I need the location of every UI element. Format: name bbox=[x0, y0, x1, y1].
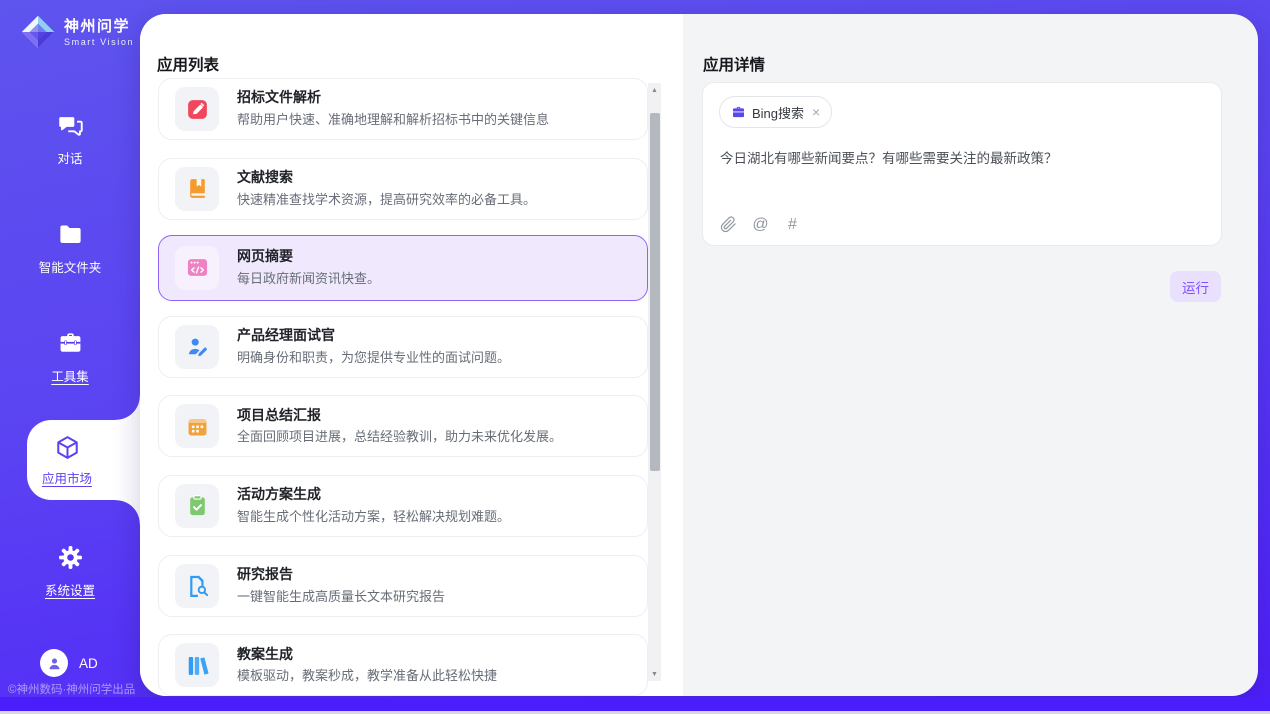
sidebar-item-app-market[interactable]: 应用市场 bbox=[27, 420, 140, 500]
sidebar-item-chat[interactable]: 对话 bbox=[0, 112, 140, 167]
brand-subtitle: Smart Vision bbox=[64, 37, 134, 47]
app-icon-tile bbox=[175, 246, 219, 290]
sidebar-item-label: 对话 bbox=[57, 148, 82, 167]
app-card-list: 招标文件解析 帮助用户快速、准确地理解和解析招标书中的关键信息 文献搜索 快速精… bbox=[158, 78, 648, 696]
lesson-books-icon bbox=[185, 653, 210, 678]
app-card-title: 网页摘要 bbox=[237, 247, 380, 267]
app-card[interactable]: 教案生成 模板驱动，教案秒成，教学准备从此轻松快捷 bbox=[158, 634, 648, 696]
chat-bubbles-icon bbox=[57, 112, 84, 139]
user-initials: AD bbox=[79, 656, 98, 671]
app-card[interactable]: 项目总结汇报 全面回顾项目进展，总结经验教训，助力未来优化发展。 bbox=[158, 395, 648, 457]
sidebar-item-label: 智能文件夹 bbox=[39, 257, 102, 276]
content-area: 应用列表 招标文件解析 帮助用户快速、准确地理解和解析招标书中的关键信息 文献搜… bbox=[140, 14, 1258, 696]
app-card[interactable]: 文献搜索 快速精准查找学术资源，提高研究效率的必备工具。 bbox=[158, 158, 648, 220]
literature-book-icon bbox=[185, 176, 210, 201]
app-icon-tile bbox=[175, 325, 219, 369]
active-tab-notch-top bbox=[116, 396, 140, 420]
app-card-title: 项目总结汇报 bbox=[237, 406, 562, 426]
app-card-title: 文献搜索 bbox=[237, 168, 536, 188]
sidebar-item-toolset[interactable]: 工具集 bbox=[0, 330, 140, 385]
app-card[interactable]: 网页摘要 每日政府新闻资讯快查。 bbox=[158, 235, 648, 301]
bottom-bar bbox=[0, 697, 1270, 711]
tool-chip-bing-search[interactable]: Bing搜索 × bbox=[719, 96, 832, 128]
app-list-panel: 应用列表 招标文件解析 帮助用户快速、准确地理解和解析招标书中的关键信息 文献搜… bbox=[140, 14, 683, 696]
app-card-title: 活动方案生成 bbox=[237, 485, 510, 505]
app-card-title: 研究报告 bbox=[237, 565, 445, 585]
copyright-text: ©神州数码·神州问学出品 bbox=[8, 681, 135, 697]
input-toolbar: @ # bbox=[720, 216, 801, 233]
tender-doc-icon bbox=[185, 97, 210, 122]
app-card[interactable]: 研究报告 一键智能生成高质量长文本研究报告 bbox=[158, 555, 648, 617]
cube-box-icon bbox=[54, 434, 81, 461]
app-card-desc: 智能生成个性化活动方案，轻松解决规划难题。 bbox=[237, 507, 510, 527]
hash-icon[interactable]: # bbox=[784, 216, 801, 233]
app-card-desc: 全面回顾项目进展，总结经验教训，助力未来优化发展。 bbox=[237, 427, 562, 447]
avatar-person-icon bbox=[46, 655, 63, 672]
app-card-desc: 每日政府新闻资讯快查。 bbox=[237, 269, 380, 289]
scrollbar-up-button[interactable]: ▲ bbox=[648, 83, 661, 97]
user-account[interactable]: AD bbox=[40, 649, 98, 677]
folder-icon bbox=[57, 221, 84, 248]
run-button[interactable]: 运行 bbox=[1170, 271, 1221, 302]
gear-icon bbox=[57, 544, 84, 571]
app-card[interactable]: 活动方案生成 智能生成个性化活动方案，轻松解决规划难题。 bbox=[158, 475, 648, 537]
toolbox-icon bbox=[57, 330, 84, 357]
active-tab-notch-bottom bbox=[116, 500, 140, 524]
sidebar-item-label: 工具集 bbox=[51, 366, 89, 385]
scrollbar[interactable]: ▲ ▼ bbox=[648, 83, 661, 681]
app-card-desc: 明确身份和职责，为您提供专业性的面试问题。 bbox=[237, 348, 510, 368]
tool-chip-label: Bing搜索 bbox=[752, 103, 804, 122]
app-detail-panel: 应用详情 Bing搜索 × 今日湖北有哪些新闻要点？有哪些需要关注的最新政策？ … bbox=[683, 14, 1258, 696]
close-icon[interactable]: × bbox=[812, 105, 820, 119]
paperclip-icon[interactable] bbox=[720, 216, 737, 233]
app-card[interactable]: 招标文件解析 帮助用户快速、准确地理解和解析招标书中的关键信息 bbox=[158, 78, 648, 140]
app-detail-title: 应用详情 bbox=[703, 53, 765, 75]
scrollbar-thumb[interactable] bbox=[650, 113, 660, 471]
sidebar: 神州问学 Smart Vision 对话 智能文件夹 工具集 应用市场 系统设置 bbox=[0, 0, 140, 697]
app-icon-tile bbox=[175, 643, 219, 687]
sidebar-item-smart-folder[interactable]: 智能文件夹 bbox=[0, 221, 140, 276]
app-icon-tile bbox=[175, 167, 219, 211]
brand-logo: 神州问学 Smart Vision bbox=[19, 13, 134, 51]
interviewer-icon bbox=[185, 334, 210, 359]
app-icon-tile bbox=[175, 564, 219, 608]
app-card-desc: 模板驱动，教案秒成，教学准备从此轻松快捷 bbox=[237, 666, 497, 686]
prompt-text-input[interactable]: 今日湖北有哪些新闻要点？有哪些需要关注的最新政策？ bbox=[720, 149, 1203, 169]
app-card-title: 产品经理面试官 bbox=[237, 326, 510, 346]
app-card-desc: 帮助用户快速、准确地理解和解析招标书中的关键信息 bbox=[237, 110, 549, 130]
briefcase-icon bbox=[731, 105, 746, 120]
at-icon[interactable]: @ bbox=[752, 216, 769, 233]
app-icon-tile bbox=[175, 404, 219, 448]
app-card-desc: 快速精准查找学术资源，提高研究效率的必备工具。 bbox=[237, 190, 536, 210]
research-report-icon bbox=[185, 573, 210, 598]
summary-calendar-icon bbox=[185, 414, 210, 439]
prompt-input-card[interactable]: Bing搜索 × 今日湖北有哪些新闻要点？有哪些需要关注的最新政策？ @ # bbox=[702, 82, 1222, 246]
main-background: 神州问学 Smart Vision 对话 智能文件夹 工具集 应用市场 系统设置 bbox=[0, 0, 1270, 697]
brand-name: 神州问学 bbox=[64, 18, 134, 36]
app-icon-tile bbox=[175, 484, 219, 528]
activity-clipboard-icon bbox=[185, 493, 210, 518]
sidebar-item-system-settings[interactable]: 系统设置 bbox=[0, 544, 140, 599]
app-card-title: 教案生成 bbox=[237, 645, 497, 665]
sidebar-item-label: 系统设置 bbox=[45, 580, 95, 599]
avatar bbox=[40, 649, 68, 677]
app-card-title: 招标文件解析 bbox=[237, 88, 549, 108]
brand-diamond-icon bbox=[19, 13, 57, 51]
app-list-title: 应用列表 bbox=[157, 53, 219, 75]
app-icon-tile bbox=[175, 87, 219, 131]
app-card-desc: 一键智能生成高质量长文本研究报告 bbox=[237, 587, 445, 607]
sidebar-item-label: 应用市场 bbox=[42, 468, 92, 487]
app-card[interactable]: 产品经理面试官 明确身份和职责，为您提供专业性的面试问题。 bbox=[158, 316, 648, 378]
scrollbar-down-button[interactable]: ▼ bbox=[648, 667, 661, 681]
webpage-icon bbox=[185, 255, 210, 280]
